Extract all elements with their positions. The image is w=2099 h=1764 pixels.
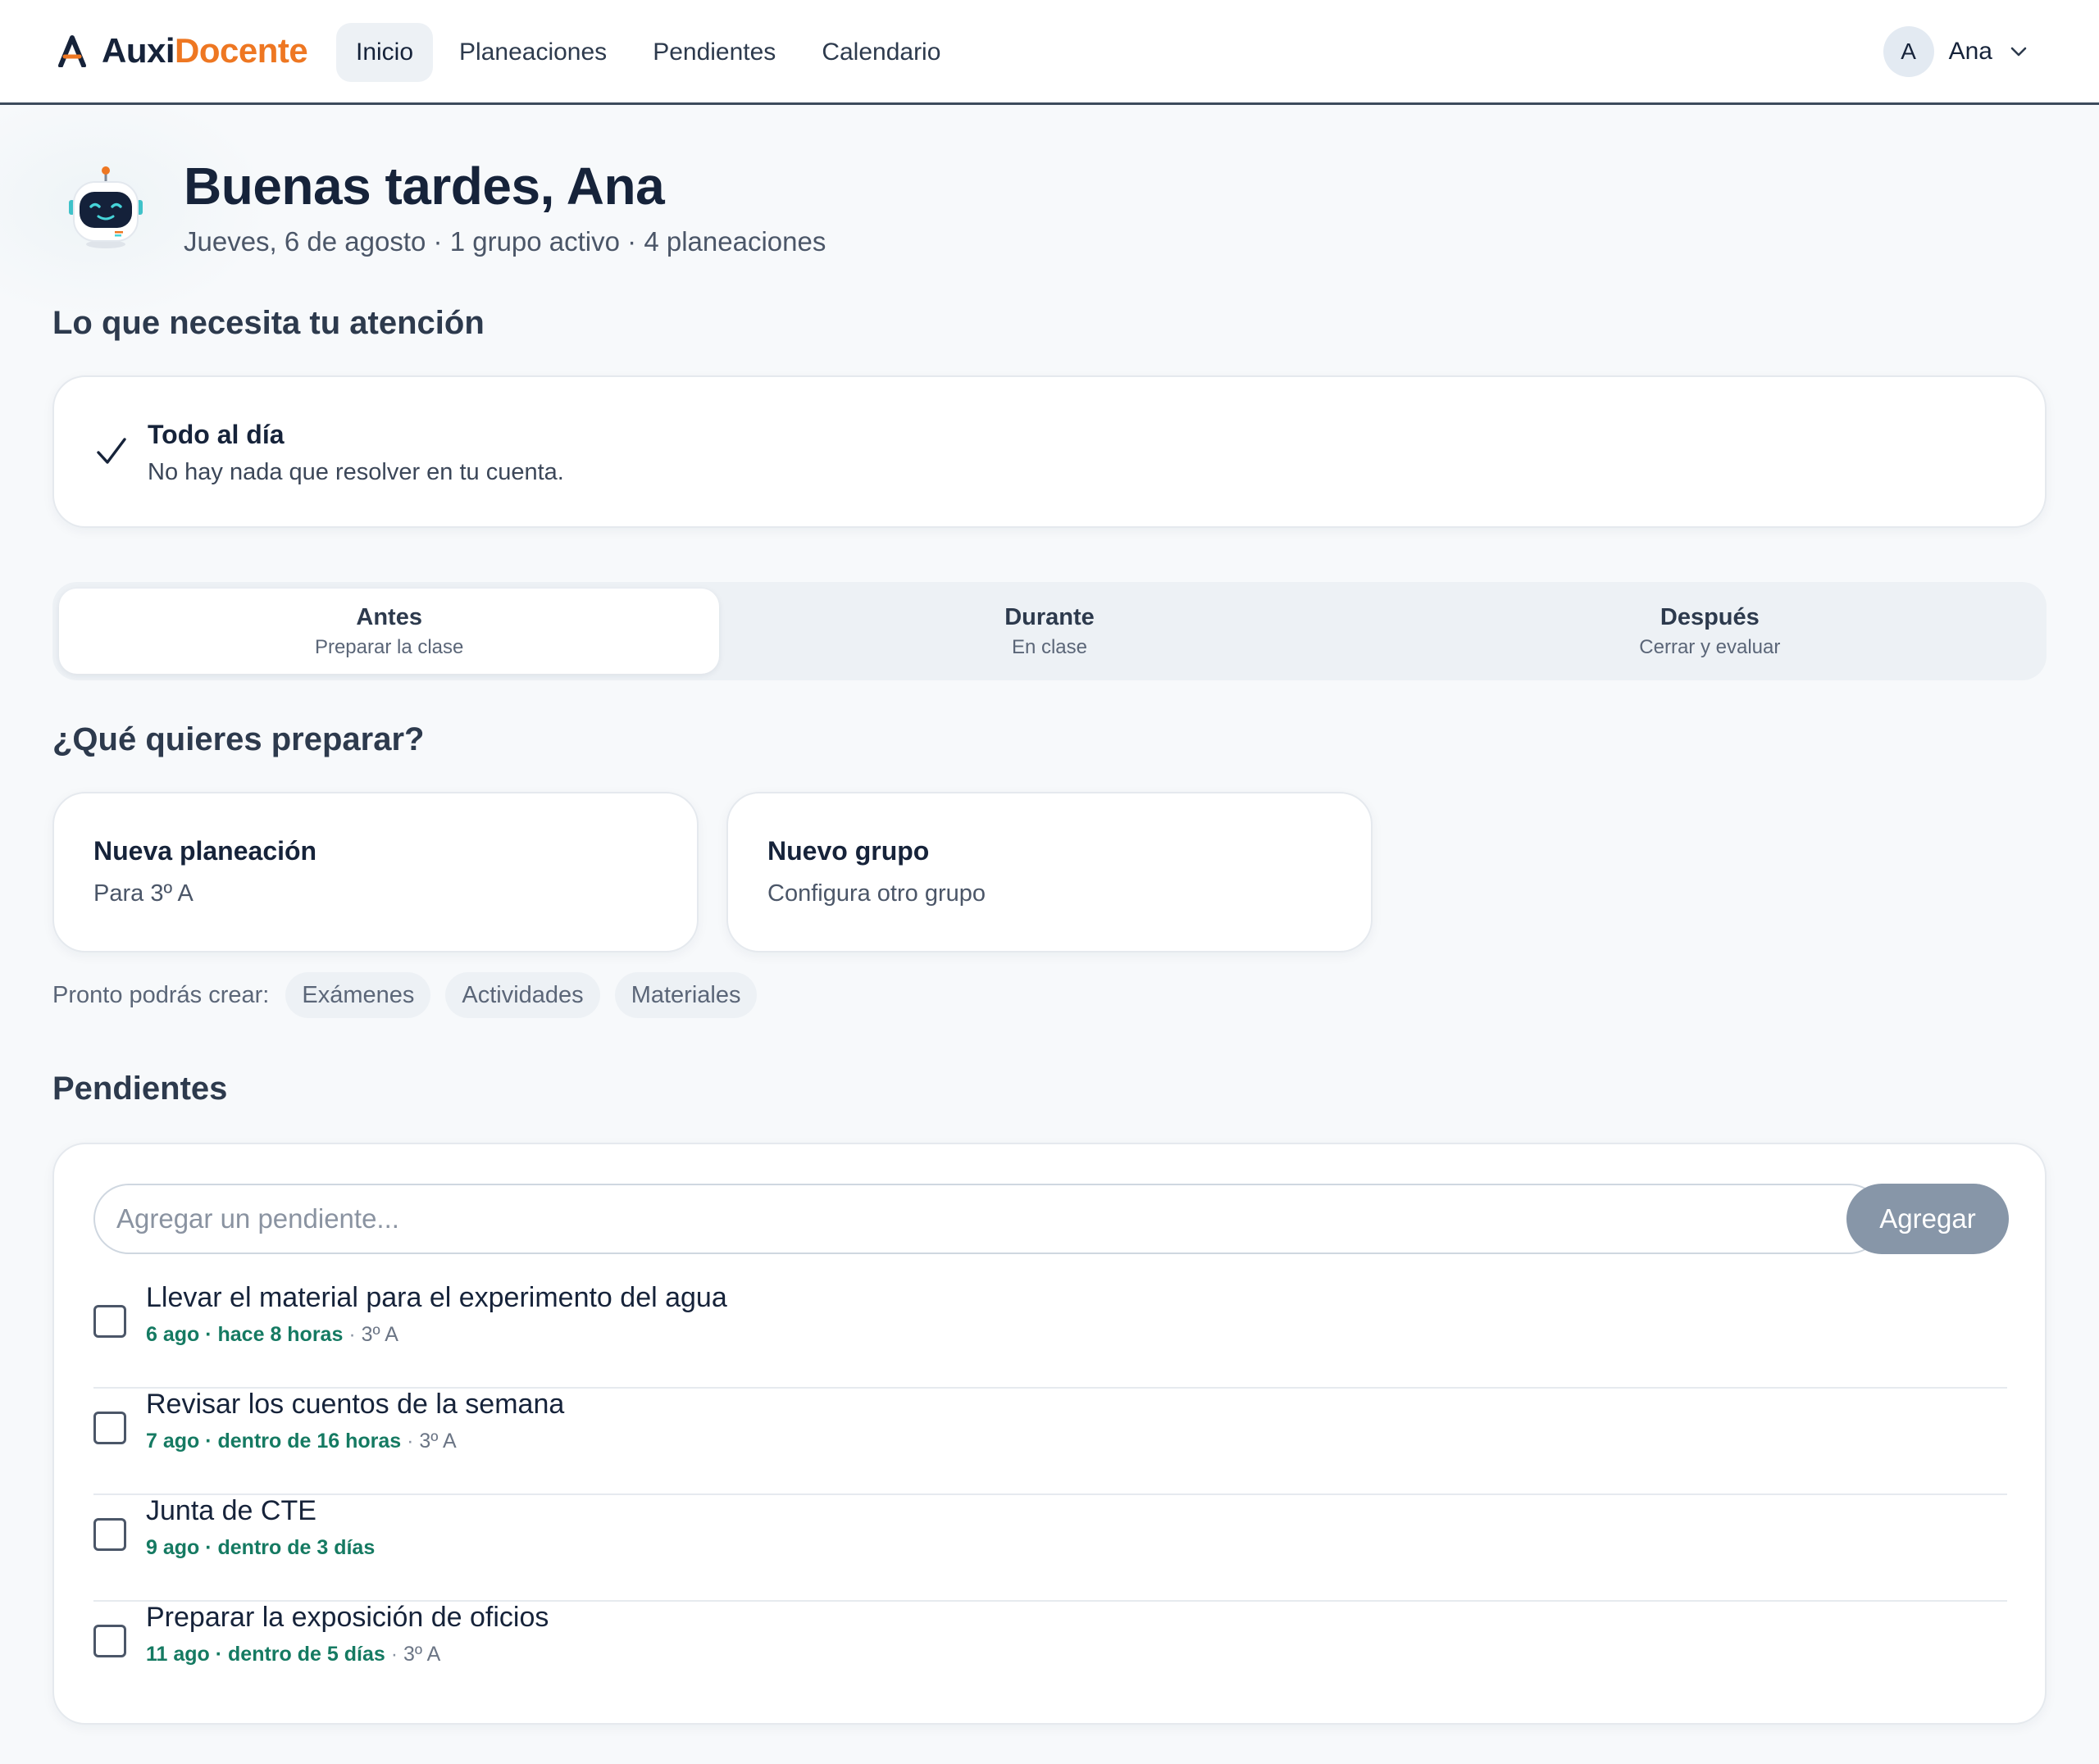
task-title: Llevar el material para el experimento d…	[146, 1282, 727, 1313]
task-title: Preparar la exposición de oficios	[146, 1602, 549, 1633]
coming-soon-label: Pronto podrás crear:	[52, 981, 270, 1008]
brand-name-part2: Docente	[175, 31, 308, 70]
brand-name-part1: Auxi	[102, 31, 175, 70]
task-meta: 9 ago · dentro de 3 días	[146, 1536, 375, 1560]
pendientes-heading: Pendientes	[52, 1071, 228, 1107]
task-group: 3º A	[361, 1323, 398, 1346]
task-date: 9 ago · dentro de 3 días	[146, 1536, 376, 1559]
task-item: Llevar el material para el experimento d…	[93, 1282, 2007, 1389]
tab-despues[interactable]: Después Cerrar y evaluar	[1380, 589, 2040, 674]
task-meta-separator: ·	[343, 1323, 362, 1346]
top-navbar: AuxiDocente Inicio Planeaciones Pendient…	[0, 0, 2099, 105]
card-title: Nueva planeación	[93, 836, 317, 866]
new-group-card[interactable]: Nuevo grupo Configura otro grupo	[726, 792, 1373, 952]
greeting-subtitle: Jueves, 6 de agosto · 1 grupo activo · 4…	[184, 226, 826, 257]
tab-label: Durante	[1004, 603, 1095, 630]
pendientes-card: Agregar Llevar el material para el exper…	[52, 1143, 2047, 1725]
user-name: Ana	[1948, 38, 1992, 65]
main-nav: Inicio Planeaciones Pendientes Calendari…	[336, 23, 967, 82]
tab-antes[interactable]: Antes Preparar la clase	[59, 589, 720, 674]
coming-soon-row: Pronto podrás crear: Exámenes Actividade…	[52, 972, 758, 1018]
task-checkbox[interactable]	[93, 1518, 126, 1551]
nav-item-pendientes[interactable]: Pendientes	[633, 23, 795, 82]
task-date: 7 ago · dentro de 16 horas	[146, 1430, 402, 1453]
add-task-button[interactable]: Agregar	[1846, 1184, 2009, 1254]
phase-tabs: Antes Preparar la clase Durante En clase…	[52, 582, 2047, 680]
attention-title: Todo al día	[148, 420, 285, 449]
task-meta: 11 ago · dentro de 5 días · 3º A	[146, 1643, 440, 1666]
task-checkbox[interactable]	[93, 1412, 126, 1444]
attention-heading: Lo que necesita tu atención	[52, 305, 485, 341]
robot-mascot-icon	[69, 166, 143, 248]
task-date: 6 ago · hace 8 horas	[146, 1323, 344, 1346]
attention-text: No hay nada que resolver en tu cuenta.	[148, 459, 564, 485]
task-date: 11 ago · dentro de 5 días	[146, 1643, 385, 1666]
brand-logo[interactable]: AuxiDocente	[57, 31, 308, 70]
tab-sublabel: Cerrar y evaluar	[1639, 635, 1781, 658]
add-task-input[interactable]	[93, 1184, 1884, 1254]
task-title: Revisar los cuentos de la semana	[146, 1389, 565, 1420]
card-subtitle: Configura otro grupo	[767, 880, 986, 907]
user-menu[interactable]: A Ana	[1883, 26, 2030, 77]
task-meta-separator: ·	[401, 1430, 420, 1453]
task-checkbox[interactable]	[93, 1625, 126, 1657]
tab-durante[interactable]: Durante En clase	[719, 589, 1379, 674]
task-checkbox[interactable]	[93, 1305, 126, 1338]
tab-sublabel: En clase	[1011, 635, 1088, 658]
task-group: 3º A	[403, 1643, 441, 1666]
task-meta: 6 ago · hace 8 horas · 3º A	[146, 1323, 398, 1347]
chip-materiales: Materiales	[614, 972, 758, 1018]
check-icon	[97, 438, 126, 464]
card-title: Nuevo grupo	[767, 836, 930, 866]
task-meta-separator: ·	[385, 1643, 403, 1666]
new-lesson-plan-card[interactable]: Nueva planeación Para 3º A	[52, 792, 699, 952]
attention-card: Todo al día No hay nada que resolver en …	[52, 375, 2047, 528]
card-subtitle: Para 3º A	[93, 880, 194, 907]
task-item: Junta de CTE 9 ago · dentro de 3 días	[93, 1495, 2007, 1602]
chip-examenes: Exámenes	[285, 972, 431, 1018]
task-item: Preparar la exposición de oficios 11 ago…	[93, 1602, 2007, 1708]
tab-label: Después	[1660, 603, 1760, 630]
greeting-title: Buenas tardes, Ana	[184, 157, 665, 216]
logo-icon	[58, 35, 86, 67]
chip-actividades: Actividades	[445, 972, 600, 1018]
tab-label: Antes	[356, 603, 422, 630]
prepare-heading: ¿Qué quieres preparar?	[52, 721, 425, 757]
tab-sublabel: Preparar la clase	[314, 635, 464, 658]
nav-item-inicio[interactable]: Inicio	[336, 23, 434, 82]
chevron-down-icon	[2010, 47, 2027, 57]
task-group: 3º A	[419, 1430, 457, 1453]
task-item: Revisar los cuentos de la semana 7 ago ·…	[93, 1389, 2007, 1495]
brand-name: AuxiDocente	[102, 31, 308, 70]
nav-item-calendario[interactable]: Calendario	[802, 23, 960, 82]
avatar: A	[1883, 26, 1934, 77]
nav-item-planeaciones[interactable]: Planeaciones	[439, 23, 626, 82]
task-meta: 7 ago · dentro de 16 horas · 3º A	[146, 1430, 457, 1453]
task-title: Junta de CTE	[146, 1495, 316, 1526]
